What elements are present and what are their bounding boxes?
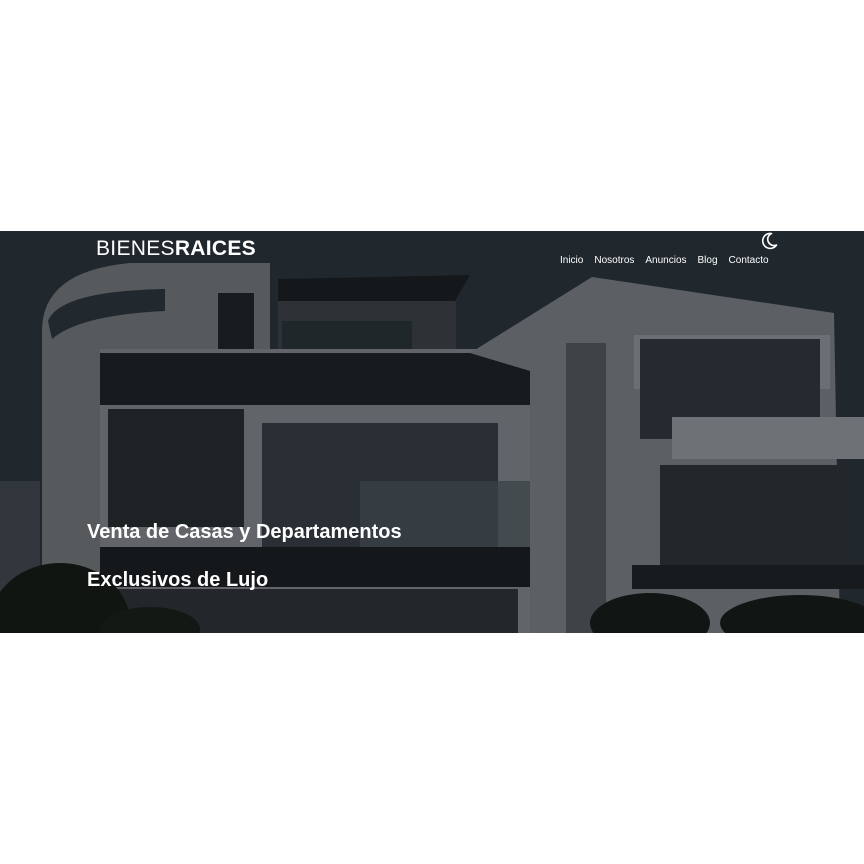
hero-section: BIENESRAICES Inicio Nosotros Anuncios Bl… bbox=[0, 231, 864, 633]
nav-link-contacto[interactable]: Contacto bbox=[729, 255, 769, 267]
site-logo[interactable]: BIENESRAICES bbox=[96, 236, 256, 262]
logo-bold-text: RAICES bbox=[174, 237, 256, 260]
nav-link-inicio[interactable]: Inicio bbox=[560, 255, 583, 267]
hero-heading-line1: Venta de Casas y Departamentos bbox=[87, 521, 402, 543]
nav-link-nosotros[interactable]: Nosotros bbox=[594, 255, 634, 267]
main-navigation: Inicio Nosotros Anuncios Blog Contacto bbox=[560, 255, 769, 267]
moon-icon[interactable] bbox=[759, 231, 779, 251]
hero-heading-line2: Exclusivos de Lujo bbox=[87, 569, 269, 591]
nav-link-anuncios[interactable]: Anuncios bbox=[645, 255, 686, 267]
nav-link-blog[interactable]: Blog bbox=[698, 255, 718, 267]
logo-light-text: BIENES bbox=[96, 237, 175, 260]
